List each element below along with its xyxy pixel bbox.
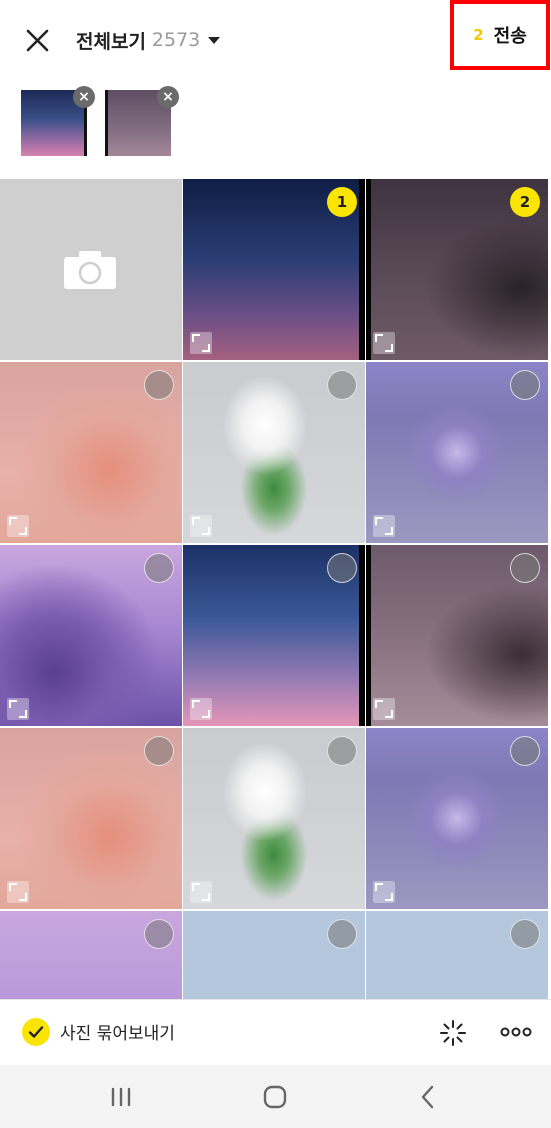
send-button[interactable]: 2 전송 (450, 0, 550, 70)
photo-grid: 1 2 (0, 179, 551, 999)
bundle-send-label[interactable]: 사진 묶어보내기 (60, 1019, 175, 1044)
selection-number-badge[interactable]: 1 (327, 187, 357, 217)
selection-circle[interactable] (327, 370, 357, 400)
more-dots-icon (500, 1027, 532, 1037)
bundle-send-checkbox[interactable] (22, 1018, 50, 1046)
remove-selected-button[interactable]: × (157, 86, 179, 108)
selected-photos-strip: × × (0, 86, 551, 166)
camera-icon (64, 251, 116, 289)
selection-circle[interactable] (144, 919, 174, 949)
expand-icon[interactable] (373, 332, 395, 354)
selection-circle[interactable] (510, 736, 540, 766)
magic-edit-button[interactable] (438, 1018, 468, 1048)
expand-icon[interactable] (190, 881, 212, 903)
back-icon (421, 1085, 434, 1109)
photo-tile[interactable] (183, 911, 365, 999)
photo-tile[interactable]: 1 (183, 179, 365, 360)
photo-tile[interactable] (183, 362, 365, 543)
photo-tile[interactable] (183, 728, 365, 909)
camera-tile[interactable] (0, 179, 182, 360)
expand-icon[interactable] (190, 515, 212, 537)
expand-icon[interactable] (373, 515, 395, 537)
album-name: 전체보기 (76, 30, 146, 53)
recent-apps-button[interactable] (106, 1083, 136, 1111)
send-count-badge: 2 (473, 26, 484, 44)
remove-selected-button[interactable]: × (73, 86, 95, 108)
photo-tile[interactable] (0, 545, 182, 726)
album-selector[interactable]: 전체보기 2573 (76, 26, 221, 54)
photo-tile[interactable]: 2 (366, 179, 548, 360)
close-button[interactable] (20, 26, 54, 56)
selection-circle[interactable] (144, 370, 174, 400)
expand-icon[interactable] (190, 332, 212, 354)
home-icon (263, 1085, 287, 1109)
selected-thumb[interactable]: × (21, 86, 95, 156)
expand-icon[interactable] (7, 515, 29, 537)
photo-tile[interactable] (366, 728, 548, 909)
selection-circle[interactable] (327, 736, 357, 766)
checkmark-icon (28, 1026, 44, 1038)
selection-circle[interactable] (144, 553, 174, 583)
selection-number-badge[interactable]: 2 (510, 187, 540, 217)
selection-circle[interactable] (510, 553, 540, 583)
expand-icon[interactable] (373, 881, 395, 903)
expand-icon[interactable] (373, 698, 395, 720)
send-label: 전송 (493, 26, 527, 47)
photo-tile[interactable] (366, 362, 548, 543)
expand-icon[interactable] (7, 698, 29, 720)
more-options-button[interactable] (500, 1024, 532, 1040)
selection-circle[interactable] (510, 370, 540, 400)
selection-circle[interactable] (144, 736, 174, 766)
photo-tile[interactable] (366, 911, 548, 999)
top-bar: 전체보기 2573 2 전송 (0, 0, 551, 80)
sparkle-icon (440, 1020, 466, 1046)
selection-circle[interactable] (327, 919, 357, 949)
selection-circle[interactable] (327, 553, 357, 583)
photo-tile[interactable] (0, 728, 182, 909)
system-nav-bar (0, 1065, 551, 1128)
close-icon (26, 29, 49, 52)
recent-apps-icon (111, 1087, 131, 1107)
selected-thumb[interactable]: × (105, 86, 179, 156)
selection-circle[interactable] (510, 919, 540, 949)
expand-icon[interactable] (190, 698, 212, 720)
home-button[interactable] (260, 1083, 290, 1111)
photo-tile[interactable] (0, 362, 182, 543)
photo-count: 2573 (151, 29, 201, 51)
bottom-action-bar: 사진 묶어보내기 (0, 999, 551, 1065)
photo-tile[interactable] (0, 911, 182, 999)
photo-tile[interactable] (366, 545, 548, 726)
caret-down-icon (208, 36, 221, 44)
expand-icon[interactable] (7, 881, 29, 903)
photo-tile[interactable] (183, 545, 365, 726)
back-button[interactable] (414, 1083, 444, 1111)
